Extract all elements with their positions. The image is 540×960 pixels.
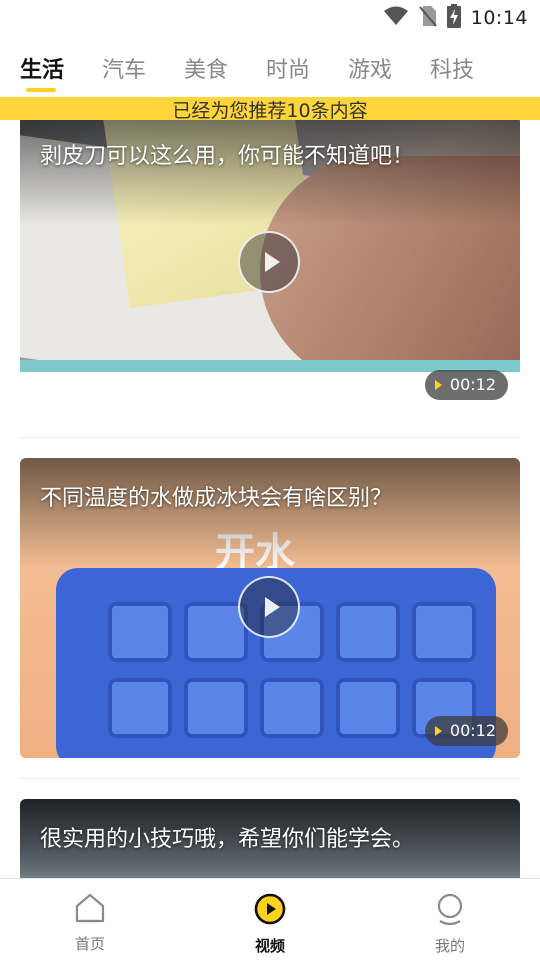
tab-life[interactable]: 生活 [20,44,102,94]
bottom-nav: 首页 视频 我的 [0,878,540,960]
divider [20,778,520,779]
nav-home-label: 首页 [74,935,105,953]
category-tabs: 生活 汽车 美食 时尚 游戏 科技 [0,44,540,94]
play-triangle-icon [434,726,442,736]
play-triangle-icon [434,380,442,390]
video-card[interactable]: 剥皮刀可以这么用，你可能不知道吧！ 00:12 [20,120,520,401]
play-button[interactable] [238,576,300,638]
tab-games[interactable]: 游戏 [348,44,430,94]
nav-video[interactable]: 视频 [180,879,360,960]
no-sim-icon [418,5,437,31]
home-icon [74,893,106,927]
recommendation-toast: 已经为您推荐10条内容 [0,97,540,120]
tab-tech[interactable]: 科技 [430,44,512,94]
divider [20,437,520,438]
battery-charging-icon [446,4,461,32]
video-title: 剥皮刀可以这么用，你可能不知道吧！ [40,144,415,169]
profile-icon [434,893,466,929]
video-play-icon [254,893,286,929]
tab-cars[interactable]: 汽车 [102,44,184,94]
duration-badge: 00:12 [424,370,508,400]
video-card[interactable]: 开水 不同温度的水做成冰块会有啥区别？ 00:12 [20,458,520,758]
play-button[interactable] [238,231,300,293]
status-time: 10:14 [470,7,528,29]
nav-profile[interactable]: 我的 [360,879,540,960]
video-card[interactable]: 很实用的小技巧哦，希望你们能学会。 [20,799,520,878]
tab-fashion[interactable]: 时尚 [266,44,348,94]
video-feed: 剥皮刀可以这么用，你可能不知道吧！ 00:12 开水 不同温 [0,120,540,878]
nav-profile-label: 我的 [434,937,465,955]
video-title: 很实用的小技巧哦，希望你们能学会。 [40,827,415,852]
wifi-icon [383,6,409,30]
video-title: 不同温度的水做成冰块会有啥区别？ [40,486,393,511]
status-bar: 10:14 [0,0,540,36]
nav-home[interactable]: 首页 [0,879,180,960]
status-icons: 10:14 [383,4,528,32]
duration-text: 00:12 [449,375,496,394]
nav-video-label: 视频 [254,937,285,955]
duration-badge: 00:12 [424,716,508,746]
duration-text: 00:12 [449,721,496,740]
tab-food[interactable]: 美食 [184,44,266,94]
